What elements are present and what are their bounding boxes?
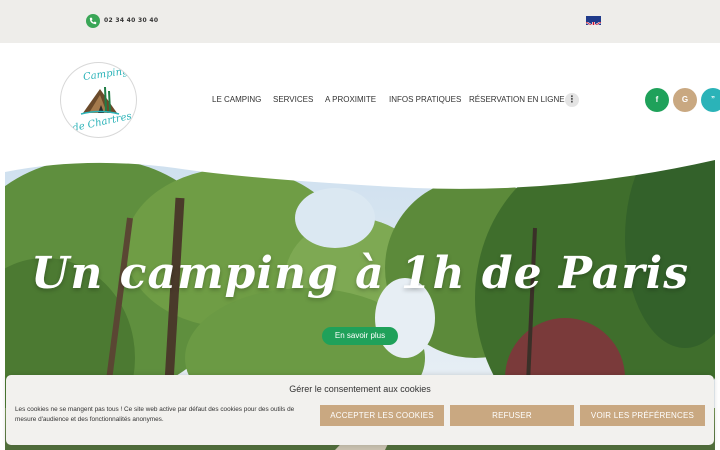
nav-item-services[interactable]: SERVICES: [273, 95, 313, 104]
more-vertical-icon[interactable]: ⋮: [565, 93, 579, 107]
uk-flag-icon[interactable]: [586, 16, 601, 25]
main-nav: LE CAMPING SERVICES A PROXIMITE INFOS PR…: [0, 95, 720, 107]
accept-cookies-button[interactable]: ACCEPTER LES COOKIES: [320, 405, 444, 426]
facebook-icon[interactable]: f: [645, 88, 669, 112]
hero-title: Un camping à 1h de Paris: [30, 248, 689, 299]
nav-item-le-camping[interactable]: LE CAMPING: [212, 95, 261, 104]
google-icon[interactable]: G: [673, 88, 697, 112]
nav-item-infos-pratiques[interactable]: INFOS PRATIQUES: [389, 95, 461, 104]
top-bar: 02 34 40 30 40: [0, 0, 720, 43]
refuse-cookies-button[interactable]: REFUSER: [450, 405, 574, 426]
cookie-text: Les cookies ne se mangent pas tous ! Ce …: [15, 406, 295, 423]
cookie-consent-banner: Gérer le consentement aux cookies Les co…: [6, 375, 714, 445]
quote-icon[interactable]: ”: [701, 88, 720, 112]
nav-item-reservation[interactable]: RÉSERVATION EN LIGNE: [469, 95, 565, 104]
cookie-title: Gérer le consentement aux cookies: [289, 384, 431, 394]
learn-more-button[interactable]: En savoir plus: [322, 327, 398, 345]
logo-text-top: Camping: [82, 65, 130, 84]
phone-number[interactable]: 02 34 40 30 40: [104, 17, 158, 24]
nav-item-a-proximite[interactable]: A PROXIMITE: [325, 95, 376, 104]
phone-icon[interactable]: [86, 14, 100, 28]
view-preferences-button[interactable]: VOIR LES PRÉFÉRENCES: [580, 405, 705, 426]
